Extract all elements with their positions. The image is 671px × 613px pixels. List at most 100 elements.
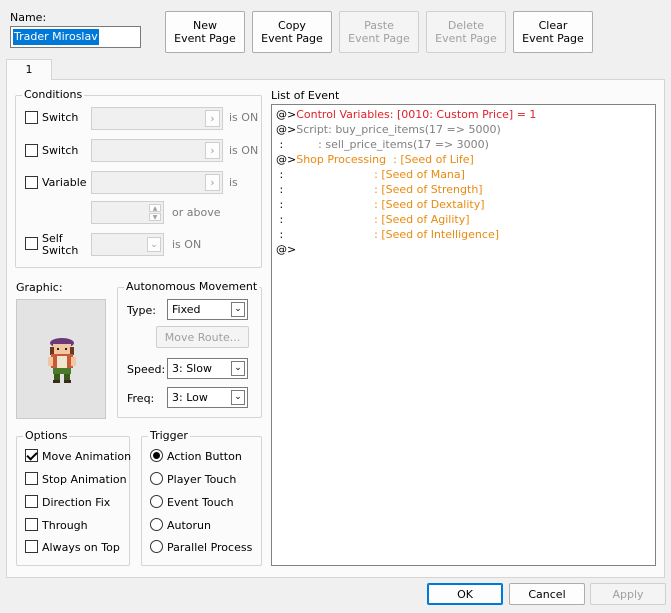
event-command-line[interactable]: : : [Seed of Agility] [276,213,470,226]
trigger-radio[interactable] [150,518,163,531]
chevron-right-icon[interactable]: › [205,142,220,159]
trigger-label: Parallel Process [167,541,253,554]
variable-checkbox[interactable] [25,176,38,189]
tab-1-label: 1 [25,63,33,76]
freq-value: 3: Low [172,391,208,404]
chevron-down-icon: ⌄ [231,302,245,317]
autonomous-movement-title: Autonomous Movement [124,280,260,293]
event-command-line[interactable]: @>Shop Processing : [Seed of Life] [276,153,474,166]
event-command-text: : sell_price_items(17 => 3000) [283,138,489,151]
option-checkbox[interactable] [25,472,38,485]
option-label: Through [42,519,88,532]
variable-label: Variable [42,176,87,189]
move-route-button[interactable]: Move Route... [156,326,249,348]
name-label: Name: [10,11,47,24]
variable-is: is [229,176,238,189]
event-command-prefix: @> [276,123,297,136]
self-switch-is-on: is ON [172,238,202,251]
event-command-prefix: @> [276,243,297,256]
self-switch-label-2: Switch [42,244,79,257]
chevron-right-icon[interactable]: › [205,174,220,191]
event-command-text: : [Seed of Strength] [283,183,483,196]
delete-event-page-button[interactable]: Delete Event Page [426,11,506,53]
tab-1[interactable]: 1 [6,59,52,80]
or-above-label: or above [172,206,221,219]
event-list-title: List of Event [271,89,340,102]
switch2-label: Switch [42,144,79,157]
event-command-text: Control Variables: [0010: Custom Price] … [296,108,537,121]
self-switch-select[interactable]: ⌄ [91,233,164,256]
trigger-title: Trigger [148,429,190,442]
stepper-up-icon[interactable]: ▲ [149,204,161,212]
apply-button[interactable]: Apply [590,583,666,605]
trigger-radio[interactable] [150,449,163,462]
event-command-list[interactable]: @>Control Variables: [0010: Custom Price… [271,104,656,566]
type-select[interactable]: Fixed ⌄ [167,299,248,320]
switch2-checkbox[interactable] [25,144,38,157]
option-label: Always on Top [42,541,120,554]
copy-event-page-button[interactable]: Copy Event Page [252,11,332,53]
new-event-page-button[interactable]: New Event Page [165,11,245,53]
event-command-line[interactable]: : : [Seed of Strength] [276,183,483,196]
name-input[interactable]: Trader Miroslav [10,26,141,48]
chevron-right-icon[interactable]: › [205,110,220,127]
chevron-down-icon[interactable]: ⌄ [147,237,161,252]
event-command-text: : [Seed of Intelligence] [283,228,499,241]
event-command-line[interactable]: : : sell_price_items(17 => 3000) [276,138,489,151]
option-label: Move Animation [42,450,132,463]
clear-event-page-button[interactable]: Clear Event Page [513,11,593,53]
event-command-line[interactable]: : : [Seed of Intelligence] [276,228,499,241]
switch2-is-on: is ON [229,144,259,157]
event-command-text: : [Seed of Dextality] [283,198,485,211]
event-command-line[interactable]: @> [276,243,296,256]
ok-button[interactable]: OK [427,583,503,605]
trigger-radio[interactable] [150,495,163,508]
trigger-radio[interactable] [150,472,163,485]
event-command-text: : [Seed of Agility] [283,213,470,226]
variable-value-stepper[interactable]: ▲ ▼ [91,201,164,224]
stepper-down-icon[interactable]: ▼ [149,213,161,221]
event-command-line[interactable]: @>Script: buy_price_items(17 => 5000) [276,123,501,136]
option-checkbox[interactable] [25,449,38,462]
conditions-title: Conditions [22,88,85,101]
speed-select[interactable]: 3: Slow ⌄ [167,358,248,379]
switch1-is-on: is ON [229,111,259,124]
event-command-line[interactable]: : : [Seed of Mana] [276,168,465,181]
event-command-text: Shop Processing : [Seed of Life] [296,153,474,166]
event-command-line[interactable]: @>Control Variables: [0010: Custom Price… [276,108,536,121]
type-label: Type: [127,304,156,317]
name-value: Trader Miroslav [13,29,99,45]
options-title: Options [23,429,70,442]
option-label: Stop Animation [42,473,127,486]
type-value: Fixed [172,303,201,316]
event-command-line[interactable]: : : [Seed of Dextality] [276,198,485,211]
event-command-prefix: @> [276,108,297,121]
option-label: Direction Fix [42,496,111,509]
trigger-label: Player Touch [167,473,237,486]
switch2-field[interactable]: › [91,139,223,162]
chevron-down-icon: ⌄ [231,390,245,405]
switch1-checkbox[interactable] [25,111,38,124]
option-checkbox[interactable] [25,540,38,553]
trigger-label: Autorun [167,519,212,532]
self-switch-checkbox[interactable] [25,237,38,250]
option-checkbox[interactable] [25,495,38,508]
paste-event-page-button[interactable]: Paste Event Page [339,11,419,53]
chevron-down-icon: ⌄ [231,361,245,376]
trigger-radio[interactable] [150,540,163,553]
option-checkbox[interactable] [25,518,38,531]
variable-field[interactable]: › [91,171,223,194]
freq-label: Freq: [127,392,155,405]
switch1-field[interactable]: › [91,107,223,130]
character-sprite-icon [48,338,76,383]
graphic-label: Graphic: [16,281,63,294]
graphic-preview[interactable] [16,299,106,419]
trigger-label: Event Touch [167,496,234,509]
freq-select[interactable]: 3: Low ⌄ [167,387,248,408]
event-command-text: : [Seed of Mana] [283,168,465,181]
speed-label: Speed: [127,363,166,376]
trigger-label: Action Button [167,450,242,463]
cancel-button[interactable]: Cancel [509,583,585,605]
event-command-text: Script: buy_price_items(17 => 5000) [296,123,501,136]
switch1-label: Switch [42,111,79,124]
